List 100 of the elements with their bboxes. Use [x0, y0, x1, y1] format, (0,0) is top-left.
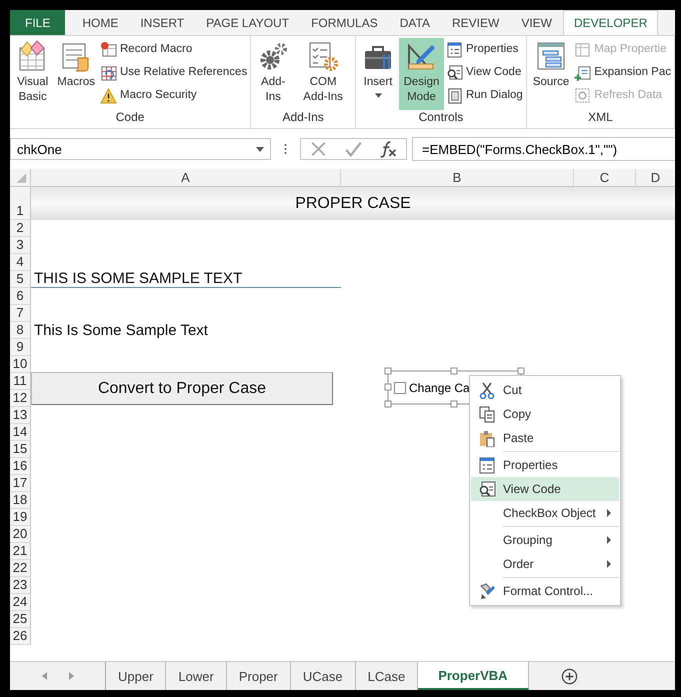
row-header[interactable]: 5 [10, 271, 31, 288]
menu-item[interactable]: Cut [471, 378, 619, 402]
dialog-icon [446, 86, 463, 104]
ribbon-button[interactable]: Expansion Pac [574, 63, 671, 81]
row-header[interactable]: 1 [10, 187, 31, 220]
column-header[interactable]: A [31, 169, 341, 186]
row-header[interactable]: 2 [10, 220, 31, 237]
ribbon-tab[interactable]: FORMULAS [300, 10, 389, 35]
add-sheet-icon[interactable] [560, 668, 578, 684]
row-header[interactable]: 7 [10, 305, 31, 322]
sheet-tab[interactable]: Lower [166, 662, 227, 690]
ribbon-button[interactable]: Visual Basic [13, 38, 52, 110]
column-header[interactable]: C [574, 169, 636, 186]
row-header[interactable]: 13 [10, 407, 31, 424]
row-header[interactable]: 21 [10, 543, 31, 560]
menu-item[interactable]: Properties [471, 453, 619, 477]
ribbon-button[interactable]: Source [530, 38, 572, 110]
formula-field[interactable]: =EMBED("Forms.CheckBox.1","") [412, 137, 675, 161]
clipboard-icon [478, 429, 496, 447]
row-header[interactable]: 9 [10, 339, 31, 356]
ribbon-button[interactable]: Use Relative References [100, 63, 248, 81]
refresh-icon [574, 86, 592, 104]
sheet-tab[interactable]: Proper [226, 662, 291, 690]
sheet-tab[interactable]: Upper [106, 662, 166, 690]
ribbon-button[interactable]: Insert [359, 38, 398, 110]
checklist-gear-icon [307, 40, 340, 72]
row-header[interactable]: 16 [10, 458, 31, 475]
ribbon-tab[interactable]: FILE [10, 10, 66, 35]
row-header[interactable]: 26 [10, 628, 31, 645]
ribbon-tab[interactable]: DATA [388, 10, 441, 35]
row-header[interactable]: 3 [10, 237, 31, 254]
ribbon-button[interactable]: Macros [54, 38, 98, 110]
sheet-tab[interactable]: ProperVBA [418, 662, 529, 690]
ribbon-button[interactable]: Record Macro [100, 40, 248, 58]
row-header[interactable]: 25 [10, 611, 31, 628]
ribbon-button[interactable]: View Code [446, 63, 523, 81]
ribbon-tab[interactable]: DEVELOPER [563, 10, 658, 35]
menu-item[interactable]: View Code [471, 477, 619, 501]
group-label: XML [587, 110, 614, 126]
caret-icon [256, 146, 264, 152]
row-header[interactable]: 24 [10, 594, 31, 611]
properties-icon [478, 456, 496, 474]
row-header[interactable]: 23 [10, 577, 31, 594]
menu-item[interactable]: Order [471, 552, 619, 576]
column-header[interactable]: D [636, 169, 675, 186]
menu-item[interactable]: Format Control... [471, 579, 619, 603]
ribbon-tab[interactable]: PAGE LAYOUT [195, 10, 300, 35]
menu-item[interactable]: Copy [471, 402, 619, 426]
ribbon-tab[interactable]: INSERT [129, 10, 196, 35]
copy-icon [478, 405, 496, 423]
xml-map-icon [535, 40, 568, 72]
ribbon-button[interactable]: Run Dialog [446, 86, 523, 104]
convert-button[interactable]: Convert to Proper Case [31, 372, 333, 405]
row-header[interactable]: 8 [10, 322, 31, 339]
row-header[interactable]: 18 [10, 492, 31, 509]
warning-icon [100, 86, 117, 104]
title-cell: PROPER CASE [31, 187, 675, 220]
sheet-tab[interactable]: UCase [290, 662, 356, 690]
map-properties-icon [574, 40, 592, 58]
row-header[interactable]: 11 [10, 373, 31, 390]
ribbon-button[interactable]: COM Add-Ins [294, 38, 352, 110]
column-header[interactable]: B [341, 169, 574, 186]
row-header[interactable]: 15 [10, 441, 31, 458]
grip-icon [284, 143, 287, 155]
group-label: Controls [418, 110, 464, 126]
group-label: Code [114, 110, 146, 126]
expansion-pack-icon [574, 64, 592, 80]
row-header[interactable]: 22 [10, 560, 31, 577]
row-header[interactable]: 19 [10, 509, 31, 526]
row-header[interactable]: 14 [10, 424, 31, 441]
menu-item[interactable]: Paste [471, 426, 619, 450]
checkbox[interactable] [394, 382, 406, 394]
magnifier-card-icon [478, 480, 496, 498]
record-icon [100, 40, 117, 58]
submenu-arrow-icon [607, 560, 611, 568]
ribbon-button[interactable]: Design Mode [399, 38, 444, 110]
row-header[interactable]: 20 [10, 526, 31, 543]
checkbox-label: Change Ca [409, 380, 470, 394]
properties-icon [446, 40, 463, 58]
ribbon-button[interactable]: Properties [446, 40, 523, 58]
menu-item[interactable]: CheckBox Object [471, 501, 619, 525]
check-icon[interactable] [344, 140, 363, 158]
row-header[interactable]: 4 [10, 254, 31, 271]
ribbon-button[interactable]: Macro Security [100, 86, 248, 104]
previous-icon[interactable] [42, 672, 46, 680]
ribbon-tab[interactable]: HOME [71, 10, 130, 35]
row-header[interactable]: 17 [10, 475, 31, 492]
next-icon[interactable] [68, 672, 74, 680]
name-box[interactable]: chkOne [10, 138, 271, 160]
ribbon-tab[interactable]: VIEW [510, 10, 563, 35]
row-header[interactable]: 6 [10, 288, 31, 305]
ribbon-button[interactable]: Add-Ins [254, 38, 292, 110]
row-header[interactable]: 10 [10, 356, 31, 373]
submenu-arrow-icon [607, 536, 611, 544]
menu-item[interactable]: Grouping [471, 528, 619, 552]
function-icon[interactable] [379, 140, 398, 158]
submenu-arrow-icon [607, 509, 611, 517]
cancel-icon[interactable] [309, 140, 328, 158]
ribbon-tab[interactable]: REVIEW [440, 10, 510, 35]
row-header[interactable]: 12 [10, 390, 31, 407]
